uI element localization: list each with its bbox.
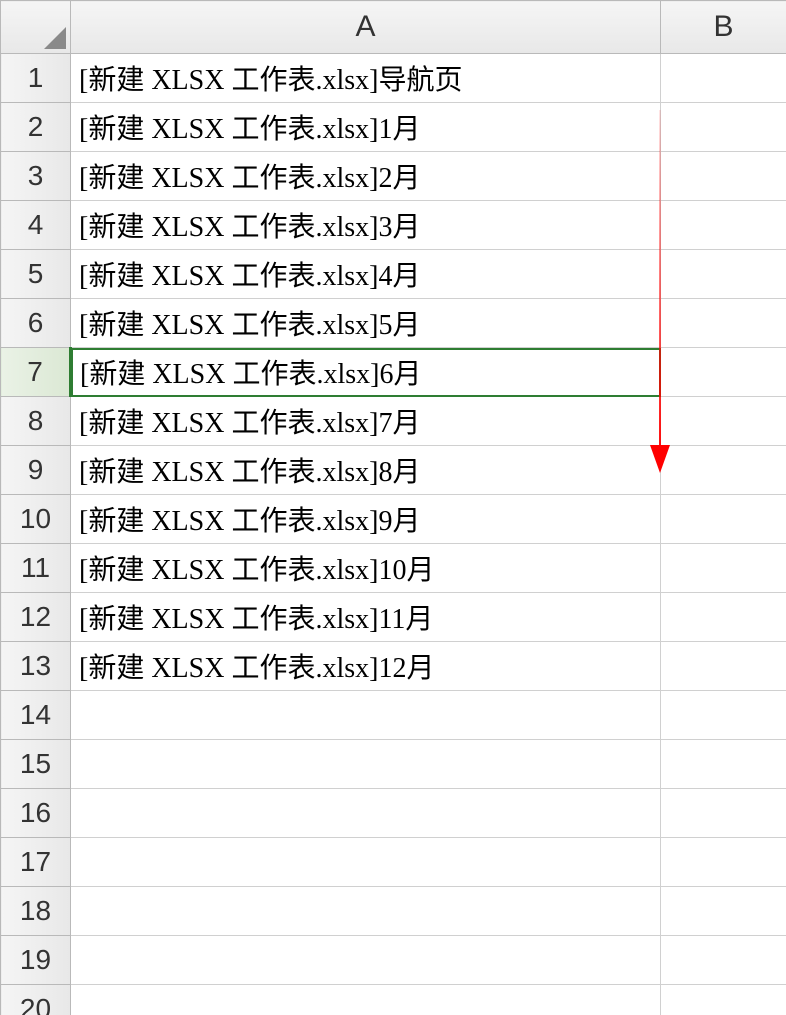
cell[interactable]: [新建 XLSX 工作表.xlsx]4月 — [71, 250, 661, 299]
cell[interactable]: [新建 XLSX 工作表.xlsx]6月 — [71, 348, 661, 397]
cell[interactable]: [新建 XLSX 工作表.xlsx]11月 — [71, 593, 661, 642]
cell[interactable] — [71, 740, 661, 789]
row-header[interactable]: 8 — [1, 397, 71, 446]
cell[interactable] — [661, 642, 786, 691]
cell[interactable]: [新建 XLSX 工作表.xlsx]12月 — [71, 642, 661, 691]
row-header[interactable]: 19 — [1, 936, 71, 985]
cell[interactable]: [新建 XLSX 工作表.xlsx]3月 — [71, 201, 661, 250]
row-header[interactable]: 2 — [1, 103, 71, 152]
cell[interactable] — [661, 54, 786, 103]
cell[interactable] — [661, 593, 786, 642]
row-header[interactable]: 17 — [1, 838, 71, 887]
row-header[interactable]: 6 — [1, 299, 71, 348]
row-header[interactable]: 16 — [1, 789, 71, 838]
select-all-corner[interactable] — [1, 1, 71, 54]
cell[interactable] — [71, 691, 661, 740]
cell[interactable] — [661, 544, 786, 593]
cell[interactable] — [661, 691, 786, 740]
row-header[interactable]: 3 — [1, 152, 71, 201]
cell[interactable] — [661, 838, 786, 887]
cell[interactable] — [661, 495, 786, 544]
row-header[interactable]: 13 — [1, 642, 71, 691]
cell[interactable] — [71, 789, 661, 838]
row-header[interactable]: 15 — [1, 740, 71, 789]
cell[interactable] — [661, 250, 786, 299]
cell[interactable] — [661, 299, 786, 348]
cell[interactable] — [661, 936, 786, 985]
column-header-A[interactable]: A — [71, 1, 661, 54]
cell[interactable] — [71, 936, 661, 985]
cell[interactable] — [661, 152, 786, 201]
cell[interactable]: [新建 XLSX 工作表.xlsx]导航页 — [71, 54, 661, 103]
row-header[interactable]: 18 — [1, 887, 71, 936]
cell[interactable] — [71, 985, 661, 1015]
cell[interactable] — [661, 985, 786, 1015]
cell[interactable] — [661, 446, 786, 495]
cell[interactable] — [71, 887, 661, 936]
cell[interactable]: [新建 XLSX 工作表.xlsx]1月 — [71, 103, 661, 152]
cell[interactable]: [新建 XLSX 工作表.xlsx]5月 — [71, 299, 661, 348]
cell[interactable]: [新建 XLSX 工作表.xlsx]2月 — [71, 152, 661, 201]
cell[interactable]: [新建 XLSX 工作表.xlsx]7月 — [71, 397, 661, 446]
row-header[interactable]: 12 — [1, 593, 71, 642]
row-header[interactable]: 10 — [1, 495, 71, 544]
cell[interactable]: [新建 XLSX 工作表.xlsx]9月 — [71, 495, 661, 544]
row-header[interactable]: 1 — [1, 54, 71, 103]
cell[interactable] — [661, 348, 786, 397]
row-header[interactable]: 14 — [1, 691, 71, 740]
cell[interactable] — [661, 201, 786, 250]
cell[interactable] — [661, 397, 786, 446]
cell[interactable] — [661, 789, 786, 838]
row-header[interactable]: 4 — [1, 201, 71, 250]
row-header[interactable]: 7 — [1, 348, 71, 397]
cell[interactable]: [新建 XLSX 工作表.xlsx]8月 — [71, 446, 661, 495]
spreadsheet: A B 1[新建 XLSX 工作表.xlsx]导航页2[新建 XLSX 工作表.… — [0, 0, 786, 1015]
cell[interactable]: [新建 XLSX 工作表.xlsx]10月 — [71, 544, 661, 593]
grid: A B 1[新建 XLSX 工作表.xlsx]导航页2[新建 XLSX 工作表.… — [0, 0, 786, 1015]
row-header[interactable]: 20 — [1, 985, 71, 1015]
row-header[interactable]: 11 — [1, 544, 71, 593]
cell[interactable] — [661, 103, 786, 152]
row-header[interactable]: 9 — [1, 446, 71, 495]
cell[interactable] — [661, 740, 786, 789]
cell[interactable] — [71, 838, 661, 887]
column-header-B[interactable]: B — [661, 1, 786, 54]
cell[interactable] — [661, 887, 786, 936]
row-header[interactable]: 5 — [1, 250, 71, 299]
